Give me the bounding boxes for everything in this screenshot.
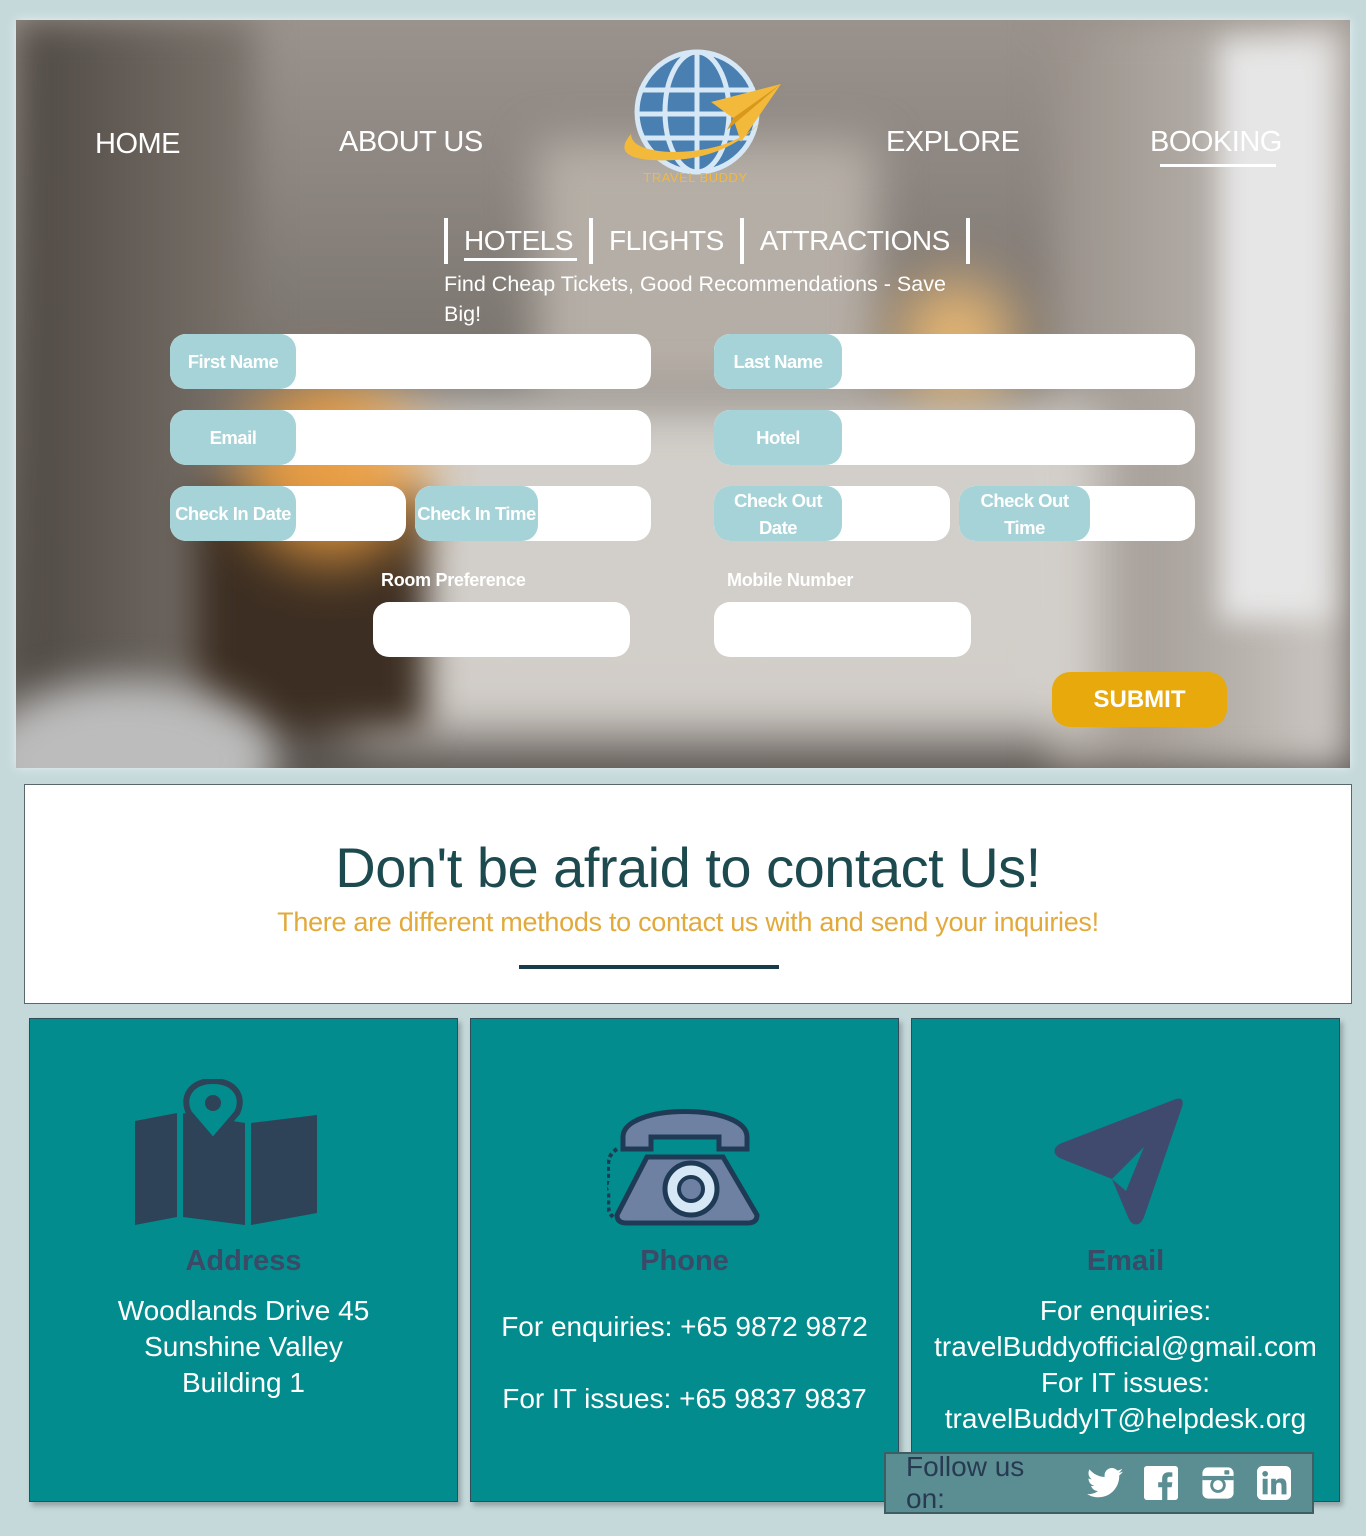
phone-enquiries[interactable]: For enquiries: +65 9872 9872 <box>471 1309 898 1345</box>
check-out-date-field[interactable]: Check Out Date <box>714 486 950 541</box>
booking-subnav: HOTELS FLIGHTS ATTRACTIONS <box>444 216 970 266</box>
address-line: Building 1 <box>182 1367 305 1398</box>
contact-title: Don't be afraid to contact Us! <box>335 836 1041 899</box>
check-in-time-field[interactable]: Check In Time <box>415 486 651 541</box>
submit-button[interactable]: SUBMIT <box>1052 672 1227 727</box>
telephone-icon <box>607 1109 760 1226</box>
check-out-date-input[interactable] <box>842 486 950 541</box>
tab-hotels[interactable]: HOTELS <box>448 225 589 261</box>
hotel-label: Hotel <box>714 410 842 465</box>
check-out-time-input[interactable] <box>1090 486 1195 541</box>
nav-booking[interactable]: BOOKING <box>1150 126 1282 167</box>
room-preference-input[interactable] <box>373 602 630 657</box>
phone-it[interactable]: For IT issues: +65 9837 9837 <box>471 1381 898 1417</box>
check-in-time-label: Check In Time <box>415 486 538 541</box>
follow-us-bar: Follow us on: <box>884 1451 1314 1514</box>
instagram-icon[interactable] <box>1200 1464 1236 1502</box>
check-out-time-label: Check Out Time <box>959 486 1090 541</box>
address-line: Sunshine Valley <box>144 1331 343 1362</box>
map-icon <box>135 1079 317 1225</box>
last-name-field[interactable]: Last Name <box>714 334 1195 389</box>
logo-text: TRAVEL BUDDY <box>643 170 748 185</box>
mobile-number-label: Mobile Number <box>727 570 854 590</box>
subnav-divider <box>965 218 970 264</box>
mobile-number-input[interactable] <box>714 602 971 657</box>
tab-flights[interactable]: FLIGHTS <box>593 225 740 257</box>
phone-card: Phone For enquiries: +65 9872 9872 For I… <box>470 1018 899 1502</box>
facebook-icon[interactable] <box>1143 1464 1179 1502</box>
hero-section: HOME ABOUT US EXPLORE BOOKING TRAVEL BUD… <box>16 20 1350 768</box>
check-out-date-label: Check Out Date <box>714 486 842 541</box>
check-out-time-field[interactable]: Check Out Time <box>959 486 1195 541</box>
nav-about-us[interactable]: ABOUT US <box>339 126 483 159</box>
email-title: Email <box>1086 1245 1165 1277</box>
tab-attractions[interactable]: ATTRACTIONS <box>744 225 966 257</box>
send-icon <box>1054 1098 1183 1225</box>
first-name-field[interactable]: First Name <box>170 334 651 389</box>
email-card: Email For enquiries: travelBuddyofficial… <box>911 1018 1340 1502</box>
check-in-date-field[interactable]: Check In Date <box>170 486 406 541</box>
nav-explore[interactable]: EXPLORE <box>886 126 1020 159</box>
email-enquiries-address[interactable]: travelBuddyofficial@gmail.com <box>912 1329 1339 1365</box>
linkedin-icon[interactable] <box>1256 1464 1292 1502</box>
hotel-input[interactable] <box>842 410 1195 465</box>
check-in-date-label: Check In Date <box>170 486 296 541</box>
email-input[interactable] <box>296 410 651 465</box>
check-in-date-input[interactable] <box>296 486 406 541</box>
twitter-icon[interactable] <box>1087 1464 1124 1502</box>
first-name-input[interactable] <box>296 334 651 389</box>
tagline: Find Cheap Tickets, Good Recommendations… <box>444 272 946 326</box>
room-preference-label: Room Preference <box>381 570 526 590</box>
email-enquiries-label: For enquiries: <box>1039 1295 1212 1326</box>
contact-subtitle: There are different methods to contact u… <box>277 907 1099 937</box>
last-name-input[interactable] <box>842 334 1195 389</box>
nav-home[interactable]: HOME <box>95 128 181 161</box>
follow-label: Follow us on: <box>906 1451 1025 1514</box>
first-name-label: First Name <box>170 334 296 389</box>
email-label: Email <box>170 410 296 465</box>
address-line: Woodlands Drive 45 <box>117 1295 370 1326</box>
hotel-field[interactable]: Hotel <box>714 410 1195 465</box>
address-card: Address Woodlands Drive 45 Sunshine Vall… <box>29 1018 458 1502</box>
email-field[interactable]: Email <box>170 410 651 465</box>
divider <box>519 965 779 969</box>
email-it-label: For IT issues: <box>1040 1367 1211 1398</box>
check-in-time-input[interactable] <box>538 486 651 541</box>
address-title: Address <box>185 1245 302 1277</box>
email-it-address[interactable]: travelBuddyIT@helpdesk.org <box>912 1401 1339 1437</box>
phone-title: Phone <box>640 1245 729 1277</box>
last-name-label: Last Name <box>714 334 842 389</box>
contact-banner: Don't be afraid to contact Us! There are… <box>24 784 1352 1004</box>
